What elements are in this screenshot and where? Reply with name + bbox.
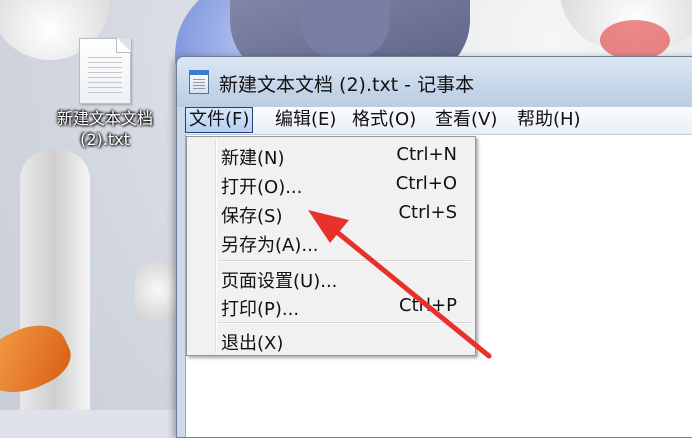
menu-item-new[interactable]: 新建(N) Ctrl+N bbox=[190, 141, 472, 169]
menu-item-label: 保存(S) bbox=[221, 206, 283, 227]
title-bar[interactable]: 新建文本文档 (2).txt - 记事本 bbox=[177, 57, 692, 107]
menu-item-shortcut: Ctrl+S bbox=[398, 202, 457, 223]
menu-edit[interactable]: 编辑(E) bbox=[272, 108, 339, 132]
text-file-icon bbox=[79, 38, 131, 104]
window-title: 新建文本文档 (2).txt - 记事本 bbox=[219, 74, 475, 96]
menu-item-shortcut: Ctrl+P bbox=[399, 295, 457, 316]
desktop-file-icon[interactable]: 新建文本文档 (2).txt bbox=[50, 38, 160, 150]
menu-help[interactable]: 帮助(H) bbox=[514, 108, 584, 132]
menu-item-label: 页面设置(U)... bbox=[221, 271, 338, 292]
notepad-icon[interactable] bbox=[189, 70, 209, 94]
menu-bar: 文件(F) 编辑(E) 格式(O) 查看(V) 帮助(H) bbox=[185, 107, 692, 135]
menu-item-exit[interactable]: 退出(X) bbox=[190, 326, 472, 354]
menu-item-print[interactable]: 打印(P)... Ctrl+P bbox=[190, 292, 472, 320]
menu-item-save[interactable]: 保存(S) Ctrl+S bbox=[190, 199, 472, 227]
menu-separator bbox=[218, 260, 471, 262]
menu-item-label: 退出(X) bbox=[221, 333, 284, 354]
menu-item-label: 打印(P)... bbox=[221, 299, 300, 320]
menu-format[interactable]: 格式(O) bbox=[349, 108, 419, 132]
menu-item-page-setup[interactable]: 页面设置(U)... bbox=[190, 264, 472, 292]
menu-item-open[interactable]: 打开(O)... Ctrl+O bbox=[190, 170, 472, 198]
menu-file[interactable]: 文件(F) bbox=[185, 107, 254, 133]
menu-item-shortcut: Ctrl+N bbox=[396, 144, 457, 165]
menu-item-label: 另存为(A)... bbox=[221, 235, 319, 256]
menu-item-label: 打开(O)... bbox=[221, 177, 303, 198]
file-menu-dropdown: 新建(N) Ctrl+N 打开(O)... Ctrl+O 保存(S) Ctrl+… bbox=[186, 136, 476, 356]
watermark-logo: S bbox=[512, 322, 558, 368]
menu-separator bbox=[218, 322, 471, 324]
desktop-file-label: 新建文本文档 (2).txt bbox=[56, 109, 153, 149]
menu-view[interactable]: 查看(V) bbox=[432, 108, 500, 132]
watermark-url: zhinan.sogou.com bbox=[514, 368, 667, 386]
menu-item-shortcut: Ctrl+O bbox=[395, 173, 457, 194]
watermark-brand: 搜狗指南 bbox=[558, 331, 675, 364]
menu-item-label: 新建(N) bbox=[221, 148, 285, 169]
menu-item-save-as[interactable]: 另存为(A)... bbox=[190, 228, 472, 256]
